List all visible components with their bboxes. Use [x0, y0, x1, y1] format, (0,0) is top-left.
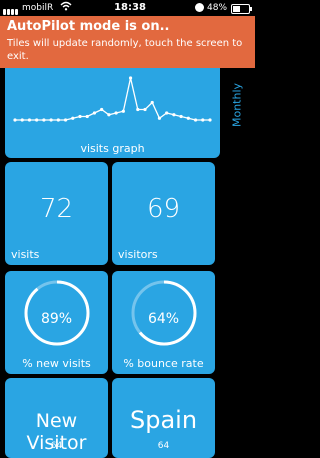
- graph-point: [35, 118, 39, 122]
- new-visits-tile[interactable]: 89% % new visits: [5, 271, 108, 374]
- battery-icon: [231, 4, 252, 14]
- graph-point: [71, 116, 75, 120]
- graph-point: [201, 118, 205, 122]
- period-label: Monthly: [230, 82, 244, 128]
- banner-message: Tiles will update randomly, touch the sc…: [7, 38, 243, 62]
- graph-point: [78, 114, 82, 119]
- autopilot-banner[interactable]: AutoPilot mode is on.. Tiles will update…: [0, 16, 255, 68]
- visitor-type-tile[interactable]: New Visitor 64: [5, 378, 108, 458]
- graph-point: [143, 107, 147, 112]
- graph-point: [85, 114, 89, 119]
- graph-point: [107, 113, 111, 117]
- period-selector[interactable]: Monthly: [221, 60, 253, 150]
- visits-label: visits: [11, 248, 40, 261]
- bounce-rate-label: % bounce rate: [123, 357, 204, 370]
- graph-point: [63, 118, 68, 122]
- carrier-label: mobilR: [22, 3, 54, 13]
- graph-point: [157, 116, 162, 120]
- country-value: Spain: [129, 406, 198, 434]
- graph-point: [186, 116, 190, 120]
- graph-point: [172, 113, 176, 117]
- visitor-type-count: 64: [50, 441, 63, 451]
- graph-line: [15, 77, 210, 121]
- visitors-value: 69: [146, 194, 181, 224]
- alarm-icon: [195, 3, 204, 12]
- new-visits-value: 89%: [40, 311, 73, 327]
- graph-point: [56, 118, 60, 122]
- battery-fill: [233, 6, 241, 12]
- battery-percent: 48%: [207, 3, 228, 13]
- country-count: 64: [157, 441, 170, 451]
- visits-tile[interactable]: 72 visits: [5, 162, 108, 265]
- wifi-icon: [60, 1, 72, 17]
- graph-point: [150, 100, 154, 105]
- new-visits-label: % new visits: [22, 357, 91, 370]
- graph-point: [128, 76, 133, 80]
- bounce-rate-tile[interactable]: 64% % bounce rate: [112, 271, 215, 374]
- visitors-label: visitors: [118, 248, 158, 261]
- graph-point: [100, 107, 104, 112]
- graph-point: [208, 118, 212, 122]
- graph-point: [136, 107, 140, 112]
- graph-point: [49, 118, 53, 122]
- graph-point: [193, 118, 198, 122]
- graph-point: [121, 109, 125, 113]
- graph-point: [92, 111, 97, 115]
- graph-point: [165, 111, 169, 115]
- graph-point: [42, 118, 46, 122]
- graph-point: [179, 114, 183, 119]
- graph-point: [27, 118, 32, 122]
- visits-graph-label: visits graph: [80, 142, 145, 155]
- status-time: 18:38: [114, 2, 146, 13]
- visits-value: 72: [39, 194, 74, 224]
- visitors-tile[interactable]: 69 visitors: [112, 162, 215, 265]
- status-bar: mobilR 18:38 48%: [0, 0, 255, 16]
- banner-title: AutoPilot mode is on..: [7, 19, 170, 34]
- graph-point: [13, 118, 17, 122]
- bounce-rate-value: 64%: [147, 311, 180, 327]
- country-tile[interactable]: Spain 64: [112, 378, 215, 458]
- graph-point: [20, 118, 24, 122]
- graph-point: [114, 111, 118, 115]
